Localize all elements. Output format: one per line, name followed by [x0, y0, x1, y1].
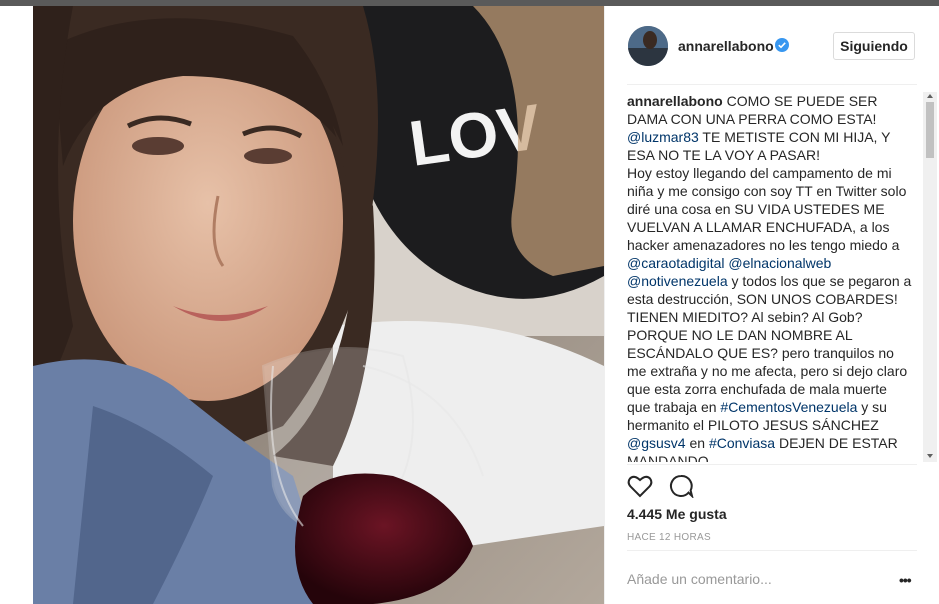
divider [627, 464, 917, 465]
page-margin [0, 6, 33, 604]
post-timestamp[interactable]: HACE 12 HORAS [627, 532, 711, 543]
mention-link[interactable]: @gsusv4 [627, 435, 686, 451]
caption-text: Hoy estoy llegando del campamento de mi … [627, 165, 907, 253]
caption-text: en [685, 435, 709, 451]
more-options-icon[interactable]: ••• [899, 572, 912, 588]
post-sidebar: annarellabono Siguiendo annarellabono CO… [604, 6, 939, 604]
avatar[interactable] [628, 26, 668, 66]
divider [627, 550, 917, 551]
scroll-down-arrow-icon[interactable] [927, 454, 933, 458]
comments-list[interactable]: annarellabono COMO SE PUEDE SER DAMA CON… [627, 92, 927, 462]
post-photo[interactable]: LOV [33, 6, 604, 604]
heart-icon[interactable] [627, 474, 653, 498]
comments-scrollbar[interactable] [923, 92, 937, 462]
scroll-thumb[interactable] [926, 102, 934, 158]
avatar-image [628, 26, 668, 66]
like-count[interactable]: 4.445 Me gusta [627, 506, 727, 522]
mention-link[interactable]: @notivenezuela [627, 273, 728, 289]
username-link[interactable]: annarellabono [678, 38, 774, 54]
mention-link[interactable]: @elnacionalweb [728, 255, 831, 271]
post-photo-image: LOV [33, 6, 604, 604]
divider [627, 84, 917, 85]
mention-link[interactable]: @caraotadigital [627, 255, 725, 271]
mention-link[interactable]: #CementosVenezuela [720, 399, 857, 415]
following-button[interactable]: Siguiendo [833, 32, 915, 60]
caption-author-link[interactable]: annarellabono [627, 93, 723, 109]
post-header: annarellabono Siguiendo [605, 6, 939, 84]
post-caption: annarellabono COMO SE PUEDE SER DAMA CON… [627, 92, 912, 462]
add-comment-input[interactable] [627, 571, 887, 587]
verified-badge-icon [775, 38, 789, 52]
mention-link[interactable]: @luzmar83 [627, 129, 699, 145]
comment-icon[interactable] [669, 474, 695, 498]
mention-link[interactable]: #Conviasa [709, 435, 775, 451]
scroll-up-arrow-icon[interactable] [927, 94, 933, 98]
caption-text: y todos los que se pegaron a esta destru… [627, 273, 912, 415]
